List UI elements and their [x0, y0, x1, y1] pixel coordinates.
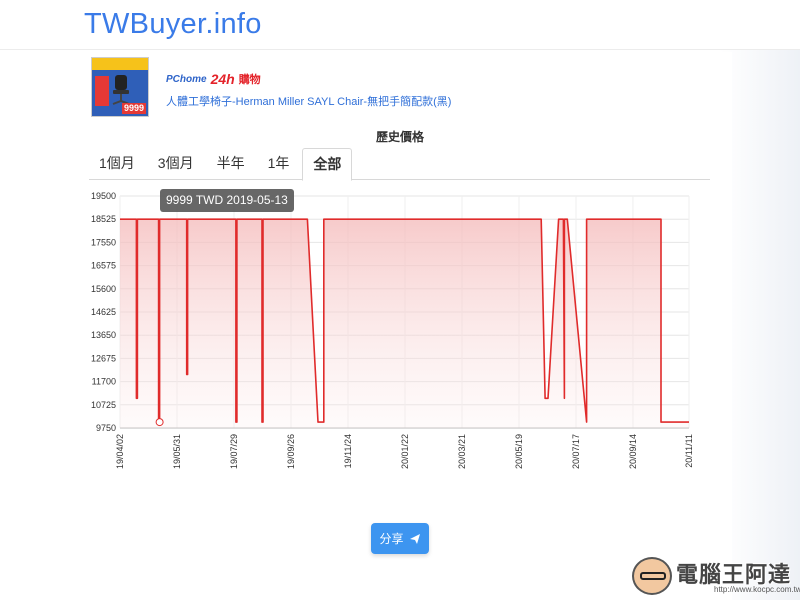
store-name: PChome	[166, 73, 207, 85]
x-tick-label: 20/07/17	[571, 434, 581, 469]
site-logo[interactable]: TWBuyer.info	[84, 8, 262, 41]
site-header: TWBuyer.info	[0, 0, 800, 50]
series-area	[120, 219, 689, 428]
chair-image	[112, 75, 130, 105]
y-tick-label: 16575	[91, 261, 116, 271]
store-suffix: 購物	[238, 74, 261, 86]
watermark-mascot-icon	[632, 557, 672, 595]
x-tick-label: 19/09/26	[286, 434, 296, 469]
chart-area	[120, 219, 689, 428]
x-tick-label: 20/05/19	[514, 434, 524, 469]
y-tick-label: 10725	[91, 400, 116, 410]
x-tick-label: 19/05/31	[172, 434, 182, 469]
y-tick-label: 9750	[96, 423, 116, 433]
y-axis-labels: 9750 10725 11700 12675 13650 14625 15600 16575 1…	[91, 191, 116, 433]
watermark-url: http://www.kocpc.com.tw	[714, 585, 800, 594]
tab-all[interactable]: 全部	[302, 148, 353, 181]
y-tick-label: 14625	[91, 307, 116, 317]
tab-1-year[interactable]: 1年	[258, 148, 300, 180]
y-tick-label: 11700	[92, 377, 116, 387]
thumbnail-badge	[95, 76, 109, 106]
store-24h: 24h	[210, 71, 235, 87]
thumbnail-price: 9999	[121, 103, 146, 114]
x-tick-label: 20/11/11	[684, 434, 694, 468]
y-tick-label: 18525	[91, 214, 116, 224]
y-tick-label: 13650	[91, 330, 116, 340]
tab-3-months[interactable]: 3個月	[148, 148, 204, 180]
chart-tooltip: 9999 TWD 2019-05-13	[160, 189, 294, 212]
share-label: 分享	[379, 532, 404, 546]
x-tick-label: 19/11/24	[343, 434, 353, 468]
highlight-point	[155, 418, 164, 427]
range-tabs: 1個月 3個月 半年 1年 全部	[89, 148, 710, 181]
chart-highlight	[155, 418, 164, 427]
x-tick-label: 19/07/29	[229, 434, 239, 469]
send-icon	[409, 533, 420, 544]
tab-1-month[interactable]: 1個月	[89, 148, 145, 180]
x-tick-label: 19/04/02	[115, 434, 125, 469]
store-logo: PChome 24h 購物	[166, 71, 261, 87]
price-history-title: 歷史價格	[375, 130, 424, 144]
x-tick-label: 20/01/22	[400, 434, 410, 469]
thumbnail-banner	[92, 58, 148, 70]
product-title-link[interactable]: 人體工學椅子-Herman Miller SAYL Chair-無把手簡配款(黑…	[166, 93, 451, 109]
x-tick-label: 20/03/21	[457, 434, 467, 469]
y-tick-label: 15600	[91, 284, 116, 294]
x-axis-labels: 19/04/02 19/05/31 19/07/29 19/09/26 19/11/24…	[115, 434, 694, 469]
tab-half-year[interactable]: 半年	[207, 148, 255, 180]
y-tick-label: 17550	[91, 237, 116, 247]
x-tick-label: 20/09/14	[628, 434, 638, 469]
product-thumbnail[interactable]: 9999	[91, 57, 149, 117]
mascot-glasses-icon	[640, 572, 666, 580]
share-button[interactable]: 分享	[371, 523, 429, 554]
watermark: 電腦王阿達 http://www.kocpc.com.tw	[628, 555, 800, 600]
price-history-chart[interactable]: 9750 10725 11700 12675 13650 14625 15600 16575 1…	[80, 186, 710, 496]
y-tick-label: 19500	[91, 191, 116, 201]
y-tick-label: 12675	[91, 353, 116, 363]
